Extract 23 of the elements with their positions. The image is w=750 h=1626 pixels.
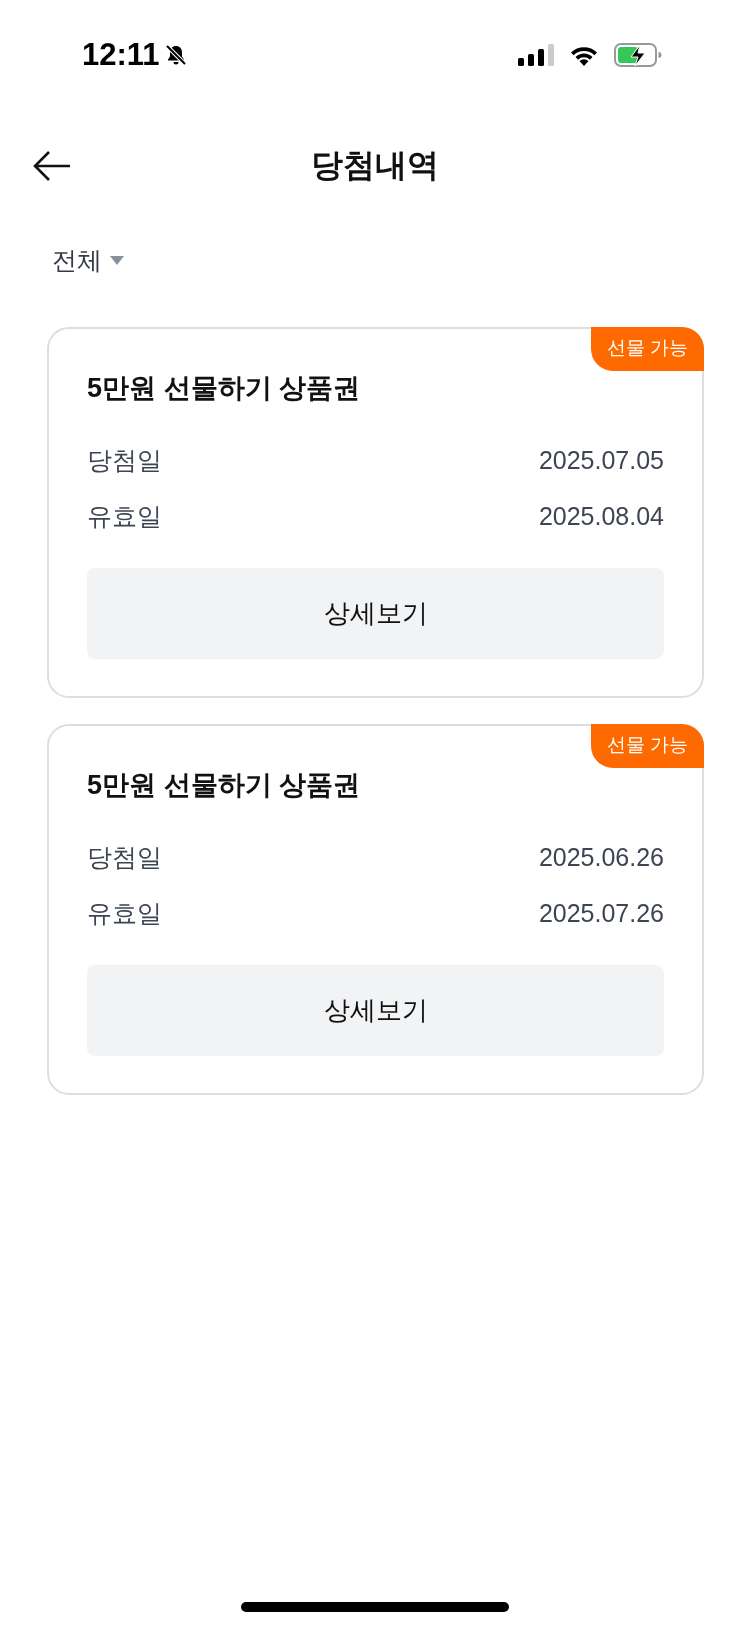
- date-value: 2025.08.04: [538, 501, 664, 532]
- date-label: 당첨일: [87, 445, 162, 476]
- page-title: 당첨내역: [311, 146, 439, 185]
- details-button[interactable]: 상세보기: [87, 568, 664, 659]
- date-value: 2025.07.05: [538, 445, 664, 476]
- caret-icon: [110, 255, 124, 266]
- gift-available-badge: 선물 가능: [590, 724, 704, 768]
- date-value: 2025.06.26: [538, 842, 664, 873]
- wifi-icon: [568, 44, 600, 66]
- signal-icon: [518, 44, 554, 66]
- status-time: 12:11: [82, 37, 160, 73]
- prize-title: 5만원 선물하기 상품권: [87, 769, 362, 802]
- gift-available-badge: 선물 가능: [590, 327, 704, 371]
- prize-title: 5만원 선물하기 상품권: [87, 372, 362, 405]
- date-value: 2025.07.26: [538, 898, 664, 929]
- battery-charging-icon: [614, 43, 662, 67]
- filter-dropdown[interactable]: 전체: [52, 244, 124, 277]
- muted-bell-icon: [163, 43, 188, 67]
- date-label: 유효일: [87, 898, 162, 929]
- back-button[interactable]: [32, 150, 72, 182]
- details-button[interactable]: 상세보기: [87, 965, 664, 1056]
- date-label: 유효일: [87, 501, 162, 532]
- date-label: 당첨일: [87, 842, 162, 873]
